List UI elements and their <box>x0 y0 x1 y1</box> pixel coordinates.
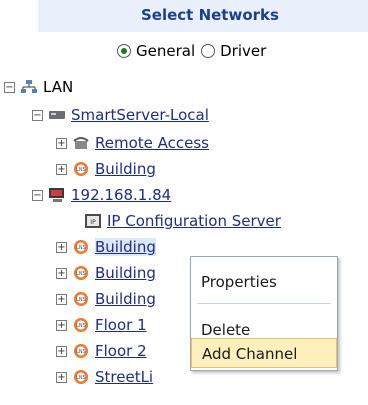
tree-link[interactable]: StreetLi <box>95 368 153 386</box>
menu-item-add-channel[interactable]: Add Channel <box>191 338 337 368</box>
collapse-toggle[interactable]: − <box>4 81 15 93</box>
lns-icon: LNS <box>72 239 90 255</box>
tree-node-building[interactable]: + LNS Building <box>56 158 156 180</box>
expand-toggle[interactable]: + <box>56 345 67 357</box>
expand-toggle[interactable]: + <box>56 137 67 149</box>
tree-link[interactable]: Building <box>95 264 156 282</box>
collapse-toggle[interactable]: − <box>32 109 43 121</box>
expand-toggle[interactable]: + <box>56 319 67 331</box>
lns-icon: LNS <box>72 343 90 359</box>
lns-icon: LNS <box>72 369 90 385</box>
tree-node-building[interactable]: + LNS Building <box>56 236 156 258</box>
menu-separator <box>197 303 331 304</box>
network-type-radio-group: General Driver <box>117 40 272 62</box>
tree-link[interactable]: 192.168.1.84 <box>71 186 171 204</box>
tree-label: LAN <box>43 78 74 96</box>
tree-link[interactable]: SmartServer-Local <box>71 106 209 124</box>
tree-node-building[interactable]: + LNS Building <box>56 262 156 284</box>
svg-text:LNS: LNS <box>76 297 86 303</box>
collapse-toggle[interactable]: − <box>32 189 43 201</box>
tree-node-streetlights[interactable]: + LNS StreetLi <box>56 366 153 388</box>
tree-link[interactable]: Floor 2 <box>95 342 147 360</box>
tree-node-ip-config[interactable]: IP IP Configuration Server <box>84 210 281 232</box>
svg-text:LNS: LNS <box>76 323 86 329</box>
svg-text:LNS: LNS <box>76 271 86 277</box>
svg-text:LNS: LNS <box>76 349 86 355</box>
phone-icon <box>72 135 90 151</box>
tree-node-ip[interactable]: − 192.168.1.84 <box>32 184 171 206</box>
lns-icon: LNS <box>72 317 90 333</box>
tree-node-lan[interactable]: − LAN <box>4 76 73 98</box>
svg-text:LNS: LNS <box>76 167 86 173</box>
tree-node-floor-1[interactable]: + LNS Floor 1 <box>56 314 147 336</box>
tree-link[interactable]: Remote Access <box>95 134 209 152</box>
svg-text:LNS: LNS <box>76 375 86 381</box>
expand-toggle[interactable]: + <box>56 241 67 253</box>
tree-link[interactable]: Building <box>95 238 156 256</box>
lns-icon: LNS <box>72 291 90 307</box>
tree-node-smartserver[interactable]: − SmartServer-Local <box>32 104 209 126</box>
expand-toggle[interactable]: + <box>56 163 67 175</box>
lns-icon: LNS <box>72 265 90 281</box>
computer-icon <box>48 187 66 203</box>
page-title: Select Networks <box>141 6 279 24</box>
network-icon <box>20 79 38 95</box>
lns-icon: LNS <box>72 161 90 177</box>
driver-radio-label[interactable]: Driver <box>220 42 266 60</box>
tree-node-remote-access[interactable]: + Remote Access <box>56 132 209 154</box>
tree-node-floor-2[interactable]: + LNS Floor 2 <box>56 340 147 362</box>
tree-node-building[interactable]: + LNS Building <box>56 288 156 310</box>
tree-link[interactable]: IP Configuration Server <box>107 212 281 230</box>
tree-link[interactable]: Building <box>95 160 156 178</box>
server-icon <box>48 107 66 123</box>
context-menu: Properties Delete Add Channel <box>190 256 338 371</box>
general-radio-label[interactable]: General <box>136 42 195 60</box>
svg-text:IP: IP <box>90 219 96 226</box>
expand-toggle[interactable]: + <box>56 267 67 279</box>
driver-radio[interactable] <box>201 44 216 58</box>
expand-toggle[interactable]: + <box>56 371 67 383</box>
general-radio[interactable] <box>117 44 131 58</box>
header-bar: Select Networks <box>38 0 368 32</box>
menu-item-properties[interactable]: Properties <box>191 267 337 297</box>
tree-link[interactable]: Building <box>95 290 156 308</box>
svg-text:LNS: LNS <box>76 245 86 251</box>
config-server-icon: IP <box>84 213 102 229</box>
tree-link[interactable]: Floor 1 <box>95 316 147 334</box>
expand-toggle[interactable]: + <box>56 293 67 305</box>
